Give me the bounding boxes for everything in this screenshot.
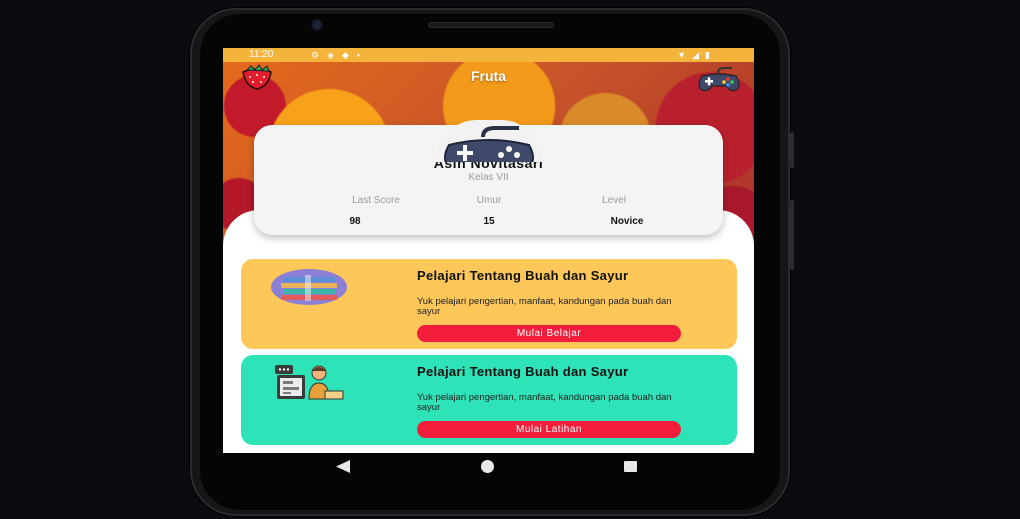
start-learning-button[interactable]: Mulai Belajar bbox=[417, 325, 681, 342]
profile-class: Kelas VII bbox=[468, 172, 509, 183]
app-screen: 11:20 ⚙◈◆▪ ▼◢▮ Fruta Asih Novitasari Kel… bbox=[223, 48, 754, 453]
volume-button bbox=[790, 200, 794, 270]
system-nav-bar bbox=[223, 453, 754, 477]
recent-apps-icon[interactable] bbox=[624, 461, 637, 472]
stat-label-level: Level bbox=[602, 195, 626, 206]
learn-card-description: Yuk pelajari pengertian, manfaat, kandun… bbox=[417, 296, 672, 317]
practice-card[interactable]: Pelajari Tentang Buah dan Sayur Yuk pela… bbox=[241, 355, 737, 445]
stat-label-age: Umur bbox=[476, 195, 502, 206]
practice-card-title: Pelajari Tentang Buah dan Sayur bbox=[417, 364, 629, 379]
profile-avatar bbox=[435, 120, 543, 162]
stat-value-last-score: 98 bbox=[349, 216, 361, 227]
status-bar: 11:20 ⚙◈◆▪ ▼◢▮ bbox=[223, 48, 754, 62]
learn-card-title: Pelajari Tentang Buah dan Sayur bbox=[417, 268, 629, 283]
gamepad-icon[interactable] bbox=[696, 66, 742, 92]
learn-card[interactable]: Pelajari Tentang Buah dan Sayur Yuk pela… bbox=[241, 259, 737, 349]
status-notification-icons: ⚙◈◆▪ bbox=[311, 50, 369, 60]
home-icon[interactable] bbox=[481, 460, 494, 473]
back-icon[interactable] bbox=[336, 460, 350, 478]
practice-card-description: Yuk pelajari pengertian, manfaat, kandun… bbox=[417, 392, 672, 413]
stat-value-level: Novice bbox=[610, 216, 644, 227]
earpiece-speaker bbox=[428, 22, 554, 28]
power-button bbox=[790, 132, 794, 168]
stat-value-age: 15 bbox=[483, 216, 495, 227]
front-camera bbox=[312, 20, 322, 30]
status-time: 11:20 bbox=[249, 49, 274, 60]
status-system-icons: ▼◢▮ bbox=[677, 50, 716, 60]
stat-label-last-score: Last Score bbox=[352, 195, 400, 206]
app-title: Fruta bbox=[471, 68, 506, 84]
books-icon bbox=[269, 267, 349, 312]
teacher-icon bbox=[269, 363, 349, 408]
start-practice-button[interactable]: Mulai Latihan bbox=[417, 421, 681, 438]
